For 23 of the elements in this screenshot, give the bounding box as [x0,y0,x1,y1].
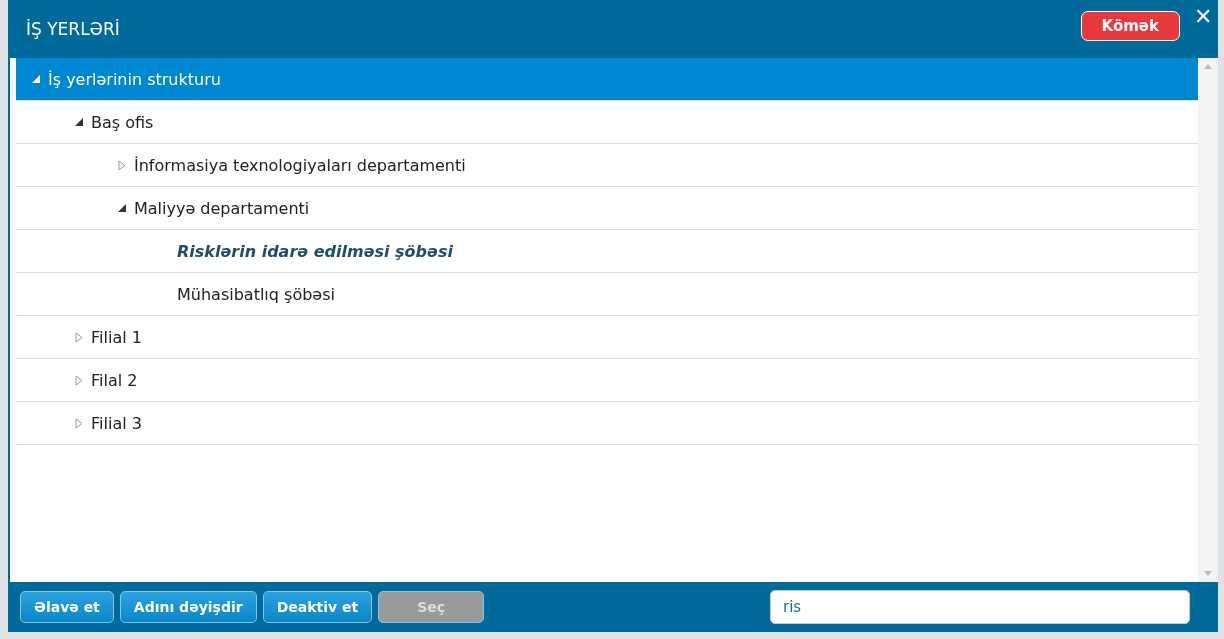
tree-item-label: İnformasiya texnologiyaları departamenti [134,155,466,175]
tree-item-label: Risklərin idarə edilməsi şöbəsi [177,241,453,261]
window-title: İŞ YERLƏRİ [26,19,121,39]
tree-item-label: Filial 1 [91,327,142,347]
help-button[interactable]: Kömək [1080,11,1180,41]
tree-item-label: Mühasibatlıq şöbəsi [177,284,335,304]
tree-item[interactable]: İş yerlərinin strukturu [16,58,1198,101]
expand-arrow-icon[interactable] [75,374,83,386]
search-field[interactable]: ris [770,590,1190,624]
scroll-down-icon[interactable] [1204,571,1212,576]
collapse-arrow-icon[interactable] [118,204,126,212]
close-button[interactable]: ✕ [1188,4,1218,30]
scroll-up-icon[interactable] [1204,64,1212,69]
expand-arrow-icon[interactable] [75,417,83,429]
tree-item-label: Baş ofis [91,112,154,132]
tree-item-label: Maliyyə departamenti [134,198,310,218]
tree-item-label: Filial 3 [91,413,142,433]
collapse-arrow-icon[interactable] [75,118,83,126]
expand-arrow-icon[interactable] [75,331,83,343]
scrollbar[interactable] [1198,58,1218,582]
expand-arrow-icon[interactable] [118,159,126,171]
tree-item-label: İş yerlərinin strukturu [48,69,221,89]
tree-item-label: Filal 2 [91,370,138,390]
